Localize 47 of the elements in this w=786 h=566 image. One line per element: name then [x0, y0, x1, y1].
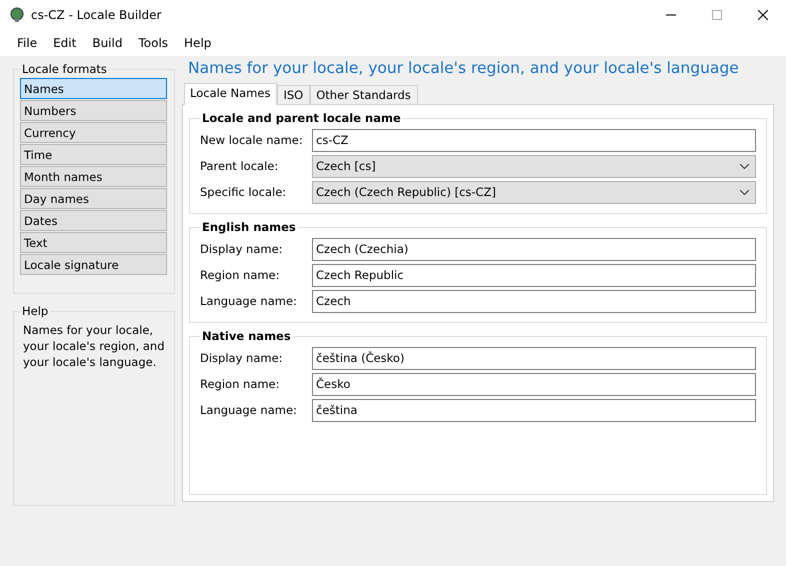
tab[interactable]: ISO — [277, 85, 310, 104]
input-field[interactable]: Česko — [312, 372, 756, 396]
dropdown[interactable]: Czech [cs] — [312, 154, 756, 178]
format-item[interactable]: Day names — [20, 188, 167, 209]
group-title: Help — [21, 304, 50, 318]
menu-item[interactable]: File — [9, 34, 46, 52]
tab[interactable]: Locale Names — [184, 83, 278, 105]
group-title: Locale and parent locale name — [201, 111, 402, 125]
close-icon[interactable] — [758, 10, 768, 20]
field-label: Region name: — [200, 268, 281, 282]
menu-item[interactable]: Tools — [130, 34, 176, 52]
tab[interactable]: Other Standards — [310, 85, 418, 104]
group-title: Native names — [201, 329, 292, 343]
page-heading: Names for your locale, your locale's region, and your locale's language — [188, 59, 740, 77]
window-title: cs-CZ - Locale Builder — [31, 8, 162, 22]
input-field[interactable]: čeština (Česko) — [312, 346, 756, 370]
field-label: Display name: — [200, 351, 284, 365]
group-title: Locale formats — [21, 62, 108, 76]
input-field[interactable]: čeština — [312, 398, 756, 422]
menu-item[interactable]: Help — [176, 34, 220, 52]
field-label: Region name: — [200, 377, 281, 391]
field-label: Parent locale: — [200, 159, 280, 173]
field-label: Display name: — [200, 242, 284, 256]
group-title: English names — [201, 220, 297, 234]
format-item[interactable]: Dates — [20, 210, 167, 231]
help-text: Names for your locale, your locale's region, and your locale's language. — [23, 322, 166, 370]
dropdown[interactable]: Czech (Czech Republic) [cs-CZ] — [312, 180, 756, 204]
format-item[interactable]: Currency — [20, 122, 167, 143]
field-label: Specific locale: — [200, 185, 288, 199]
input-field[interactable]: Czech — [312, 290, 756, 312]
caret-icon — [740, 164, 749, 168]
format-item[interactable]: Text — [20, 232, 167, 253]
caret-icon — [740, 190, 749, 194]
input-field[interactable]: cs-CZ — [312, 128, 756, 152]
menu-item[interactable]: Build — [84, 34, 130, 52]
input-field[interactable]: Czech Republic — [312, 264, 756, 286]
input-field[interactable]: Czech (Czechia) — [312, 238, 756, 260]
format-item[interactable]: Names — [20, 78, 167, 99]
field-label: New locale name: — [200, 133, 304, 147]
app-icon — [9, 7, 25, 23]
format-item[interactable]: Numbers — [20, 100, 167, 121]
format-item[interactable]: Locale signature — [20, 254, 167, 275]
format-item[interactable]: Time — [20, 144, 167, 165]
format-item[interactable]: Month names — [20, 166, 167, 187]
field-label: Language name: — [200, 294, 298, 308]
field-label: Language name: — [200, 403, 298, 417]
menu-item[interactable]: Edit — [45, 34, 84, 52]
